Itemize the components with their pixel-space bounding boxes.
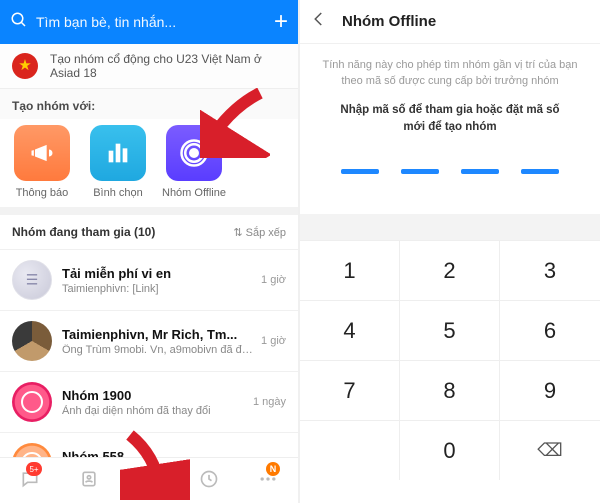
group-subtitle: Taimienphivn: [Link] — [62, 283, 255, 295]
vietnam-flag-icon — [12, 53, 38, 79]
key-backspace[interactable]: ⌫ — [500, 420, 600, 480]
tab-groups[interactable]: Nhóm — [119, 458, 179, 503]
add-icon[interactable]: + — [274, 8, 288, 36]
code-slot — [401, 169, 439, 174]
section-divider — [0, 207, 298, 215]
tile-label: Nhóm Offline — [162, 187, 226, 199]
promo-text: Tạo nhóm cổ động cho U23 Việt Nam ở Asia… — [50, 52, 286, 80]
group-icon — [139, 464, 159, 487]
numeric-keypad: 1 2 3 4 5 6 7 8 9 0 ⌫ — [300, 240, 600, 480]
key-5[interactable]: 5 — [400, 300, 500, 360]
bottom-tabbar: 5+ Nhóm N — [0, 457, 298, 503]
group-subtitle: Ông Trùm 9mobi. Vn, a9mobivn đã được thê… — [62, 344, 255, 356]
tile-label: Thông báo — [16, 187, 69, 199]
key-0[interactable]: 0 — [400, 420, 500, 480]
contacts-icon — [79, 469, 99, 492]
code-input[interactable] — [300, 151, 600, 214]
left-screen: Tìm bạn bè, tin nhắn... + Tạo nhóm cổ độ… — [0, 0, 300, 503]
right-screen: Nhóm Offline Tính năng này cho phép tìm … — [300, 0, 600, 503]
sort-icon: ⇅ — [233, 227, 242, 239]
row-time: 1 giờ — [261, 274, 286, 286]
code-slot — [461, 169, 499, 174]
row-time: 1 giờ — [261, 335, 286, 347]
right-header: Nhóm Offline — [300, 0, 600, 44]
key-9[interactable]: 9 — [500, 360, 600, 420]
key-1[interactable]: 1 — [300, 240, 400, 300]
create-group-header: Tạo nhóm với: — [0, 89, 298, 119]
create-tiles: Thông báo Bình chọn Nhóm Offline — [0, 119, 298, 207]
clock-icon — [199, 469, 219, 492]
group-avatar — [12, 382, 52, 422]
feature-description: Tính năng này cho phép tìm nhóm gần vị t… — [300, 44, 600, 98]
group-title: Nhóm 1900 — [62, 388, 247, 403]
groups-header-title: Nhóm đang tham gia (10) — [12, 225, 233, 239]
group-avatar — [12, 260, 52, 300]
groups-header: Nhóm đang tham gia (10) ⇅ Sắp xếp — [0, 215, 298, 249]
key-3[interactable]: 3 — [500, 240, 600, 300]
code-slot — [521, 169, 559, 174]
group-row[interactable]: Nhóm 1900 Ảnh đại diện nhóm đã thay đổi … — [0, 371, 298, 432]
key-2[interactable]: 2 — [400, 240, 500, 300]
tab-label: Nhóm — [137, 487, 161, 497]
tab-more[interactable]: N — [238, 458, 298, 503]
badge: N — [266, 462, 280, 476]
sort-label: Sắp xếp — [246, 227, 286, 239]
tile-label: Bình chọn — [93, 187, 143, 199]
key-7[interactable]: 7 — [300, 360, 400, 420]
key-4[interactable]: 4 — [300, 300, 400, 360]
search-input[interactable]: Tìm bạn bè, tin nhắn... — [36, 14, 274, 30]
backspace-icon: ⌫ — [537, 440, 562, 461]
search-bar: Tìm bạn bè, tin nhắn... + — [0, 0, 298, 44]
group-title: Taimienphivn, Mr Rich, Tm... — [62, 327, 255, 342]
tile-announcement[interactable]: Thông báo — [12, 125, 72, 199]
tab-contacts[interactable] — [60, 458, 120, 503]
promo-banner[interactable]: Tạo nhóm cổ động cho U23 Việt Nam ở Asia… — [0, 44, 298, 89]
back-icon[interactable] — [310, 10, 328, 33]
bars-icon — [90, 125, 146, 181]
spacer — [300, 214, 600, 240]
group-title: Tải miễn phí vi en — [62, 266, 255, 281]
radar-icon — [166, 125, 222, 181]
tab-timeline[interactable] — [179, 458, 239, 503]
feature-instruction: Nhập mã số để tham gia hoặc đặt mã số mớ… — [300, 98, 600, 151]
sort-button[interactable]: ⇅ Sắp xếp — [233, 226, 286, 239]
group-row[interactable]: Taimienphivn, Mr Rich, Tm... Ông Trùm 9m… — [0, 310, 298, 371]
tile-poll[interactable]: Bình chọn — [88, 125, 148, 199]
key-6[interactable]: 6 — [500, 300, 600, 360]
megaphone-icon — [14, 125, 70, 181]
search-icon[interactable] — [10, 11, 28, 34]
row-time: 1 ngày — [253, 396, 286, 408]
key-8[interactable]: 8 — [400, 360, 500, 420]
group-row[interactable]: Tải miễn phí vi en Taimienphivn: [Link] … — [0, 249, 298, 310]
badge: 5+ — [26, 462, 41, 476]
key-blank — [300, 420, 400, 480]
group-subtitle: Ảnh đại diện nhóm đã thay đổi — [62, 405, 247, 417]
group-avatar — [12, 321, 52, 361]
code-slot — [341, 169, 379, 174]
screen-title: Nhóm Offline — [342, 13, 436, 30]
tab-messages[interactable]: 5+ — [0, 458, 60, 503]
tile-offline-group[interactable]: Nhóm Offline — [164, 125, 224, 199]
